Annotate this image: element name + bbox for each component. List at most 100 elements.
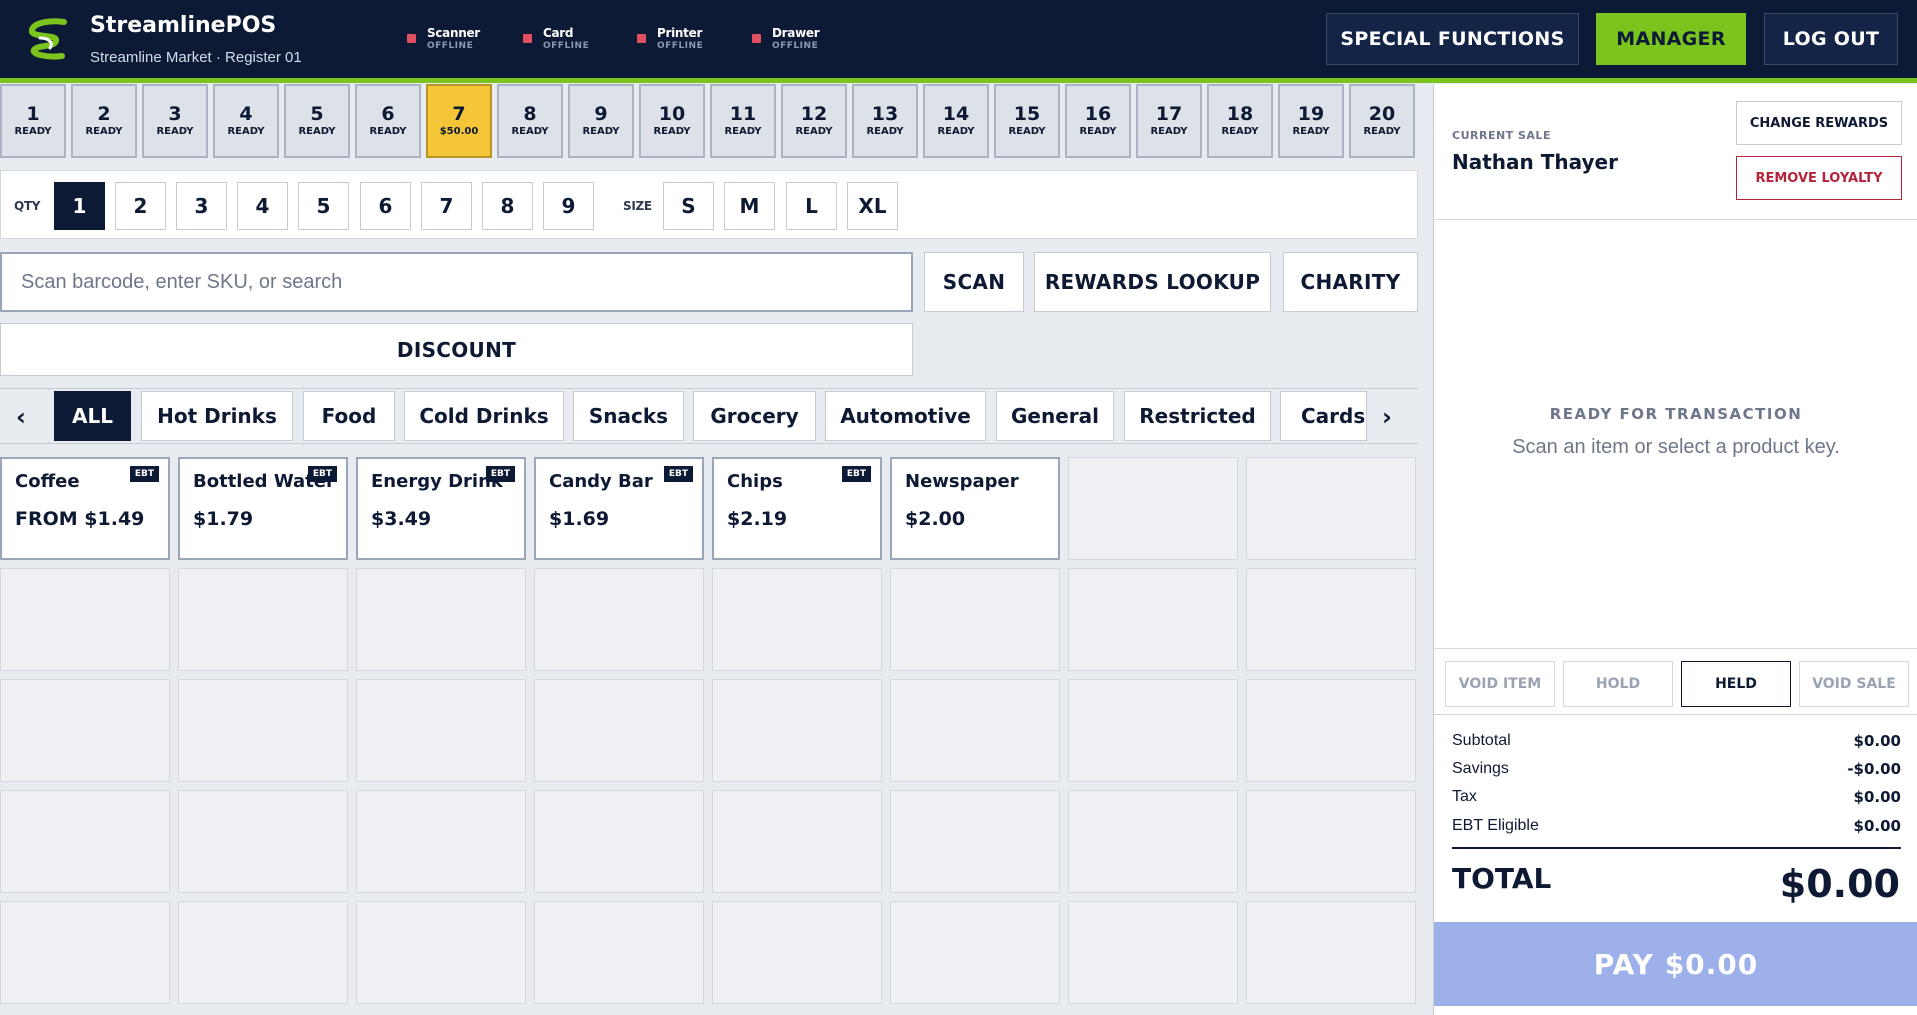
till-status: READY [937,126,975,137]
empty-product-key [178,679,348,782]
qty-6-button[interactable]: 6 [360,182,411,230]
search-input[interactable] [0,252,913,312]
till-20-button[interactable]: 20 READY [1349,84,1415,158]
total-divider [1452,847,1901,849]
till-19-button[interactable]: 19 READY [1278,84,1344,158]
empty-product-key [1246,790,1416,893]
summary-label: Subtotal [1452,732,1511,749]
ready-status-hint: Scan an item or select a product key. [1512,436,1840,458]
product-name: Newspaper [905,471,1019,492]
qty-8-button[interactable]: 8 [482,182,533,230]
category-tab-food[interactable]: Food [303,391,395,441]
size-l-button[interactable]: L [786,182,837,230]
till-number: 16 [1084,103,1112,125]
category-tab-general[interactable]: General [996,391,1114,441]
empty-product-key [1068,679,1238,782]
till-status: READY [1079,126,1117,137]
size-xl-button[interactable]: XL [847,182,898,230]
till-16-button[interactable]: 16 READY [1065,84,1131,158]
qty-1-button[interactable]: 1 [54,182,105,230]
product-tile-energy-drink[interactable]: Energy Drink EBT $3.49 [356,457,526,560]
sale-actions: VOID ITEM HOLD HELD VOID SALE [1434,648,1917,715]
hold-button[interactable]: HOLD [1563,661,1673,707]
size-s-button[interactable]: S [663,182,714,230]
product-tile-coffee[interactable]: Coffee EBT FROM $1.49 [0,457,170,560]
category-tab-all[interactable]: ALL [54,391,131,441]
product-tile-bottled-water[interactable]: Bottled Water EBT $1.79 [178,457,348,560]
till-13-button[interactable]: 13 READY [852,84,918,158]
product-tile-newspaper[interactable]: Newspaper $2.00 [890,457,1060,560]
qty-2-button[interactable]: 2 [115,182,166,230]
till-4-button[interactable]: 4 READY [213,84,279,158]
pay-button[interactable]: PAY $0.00 [1434,922,1917,1006]
void-item-button[interactable]: VOID ITEM [1445,661,1555,707]
held-button[interactable]: HELD [1681,661,1791,707]
manager-button[interactable]: MANAGER [1596,13,1746,65]
till-15-button[interactable]: 15 READY [994,84,1060,158]
qty-3-button[interactable]: 3 [176,182,227,230]
product-price: $3.49 [371,508,432,530]
category-tab-restricted[interactable]: Restricted [1124,391,1271,441]
category-tab-snacks[interactable]: Snacks [573,391,684,441]
chevron-right-icon[interactable]: › [1382,403,1392,431]
void-sale-button[interactable]: VOID SALE [1799,661,1909,707]
special-functions-button[interactable]: SPECIAL FUNCTIONS [1326,13,1579,65]
rewards-lookup-button[interactable]: REWARDS LOOKUP [1034,252,1271,312]
empty-product-key [890,901,1060,1004]
till-8-button[interactable]: 8 READY [497,84,563,158]
remove-loyalty-button[interactable]: REMOVE LOYALTY [1736,156,1902,200]
till-18-button[interactable]: 18 READY [1207,84,1273,158]
empty-product-key [890,790,1060,893]
product-name: Candy Bar [549,471,653,492]
category-tab-grocery[interactable]: Grocery [693,391,816,441]
till-status: READY [582,126,620,137]
qty-7-button[interactable]: 7 [421,182,472,230]
qty-5-button[interactable]: 5 [298,182,349,230]
category-tab-automotive[interactable]: Automotive [825,391,986,441]
logout-button[interactable]: LOG OUT [1764,13,1898,65]
charity-button[interactable]: CHARITY [1283,252,1418,312]
till-10-button[interactable]: 10 READY [639,84,705,158]
till-12-button[interactable]: 12 READY [781,84,847,158]
qty-4-button[interactable]: 4 [237,182,288,230]
till-3-button[interactable]: 3 READY [142,84,208,158]
category-tab-cold-drinks[interactable]: Cold Drinks [404,391,564,441]
till-17-button[interactable]: 17 READY [1136,84,1202,158]
ebt-badge: EBT [485,466,515,482]
status-dot-icon [407,34,416,43]
till-7-button[interactable]: 7 $50.00 [426,84,492,158]
device-name: Printer [657,26,703,40]
sale-panel: CURRENT SALE Nathan Thayer CHANGE REWARD… [1433,84,1917,1015]
qty-9-button[interactable]: 9 [543,182,594,230]
empty-product-key [356,568,526,671]
product-tile-chips[interactable]: Chips EBT $2.19 [712,457,882,560]
till-number: 5 [310,103,324,125]
empty-product-key [1068,457,1238,560]
empty-product-key [178,901,348,1004]
empty-product-key [356,790,526,893]
product-name: Energy Drink [371,471,503,492]
till-2-button[interactable]: 2 READY [71,84,137,158]
change-rewards-button[interactable]: CHANGE REWARDS [1736,101,1902,145]
till-14-button[interactable]: 14 READY [923,84,989,158]
size-m-button[interactable]: M [724,182,775,230]
chevron-left-icon[interactable]: ‹ [16,403,26,431]
till-5-button[interactable]: 5 READY [284,84,350,158]
device-status: OFFLINE [427,41,474,51]
till-status: READY [1008,126,1046,137]
till-9-button[interactable]: 9 READY [568,84,634,158]
category-tab-hot-drinks[interactable]: Hot Drinks [141,391,293,441]
empty-product-key [1246,457,1416,560]
till-1-button[interactable]: 1 READY [0,84,66,158]
category-tab-cards[interactable]: Cards [1280,391,1367,441]
discount-button[interactable]: DISCOUNT [0,323,913,376]
scan-button[interactable]: SCAN [924,252,1024,312]
till-11-button[interactable]: 11 READY [710,84,776,158]
till-6-button[interactable]: 6 READY [355,84,421,158]
product-tile-candy-bar[interactable]: Candy Bar EBT $1.69 [534,457,704,560]
total-label: TOTAL [1452,862,1552,895]
store-register-label: Streamline Market · Register 01 [90,49,302,66]
status-dot-icon [752,34,761,43]
empty-product-key [0,901,170,1004]
empty-product-key [712,790,882,893]
